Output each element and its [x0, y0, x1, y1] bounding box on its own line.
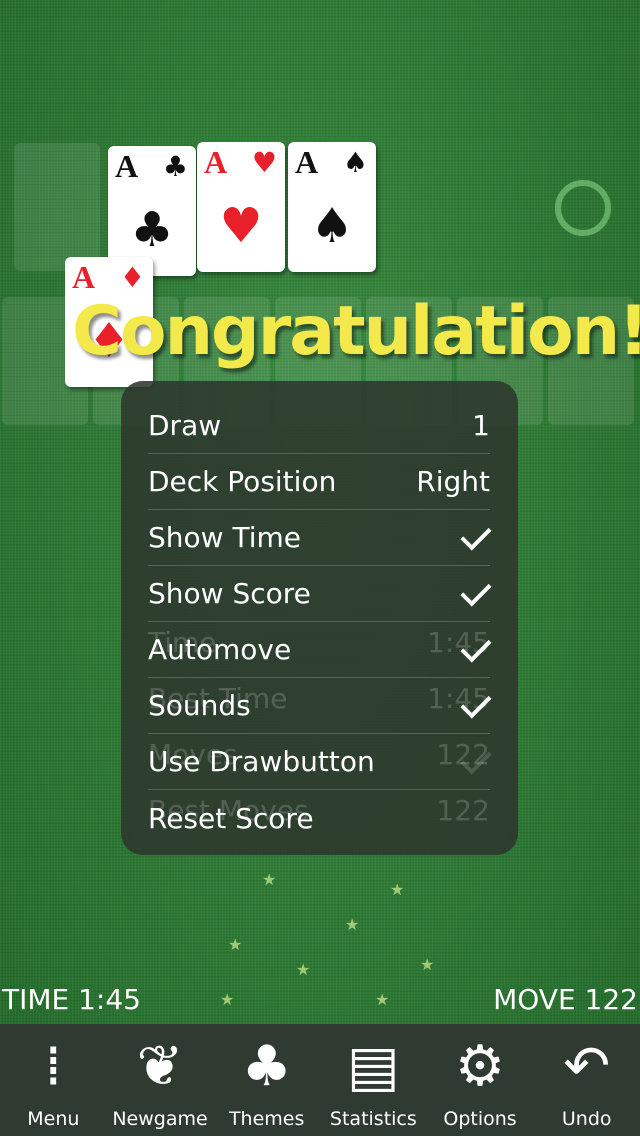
- undo-button[interactable]: ↶ Undo: [533, 1024, 640, 1136]
- option-label: Show Score: [148, 577, 311, 610]
- diamond-icon: ♦: [119, 261, 145, 294]
- star-icon: ★: [345, 915, 360, 934]
- statistics-button[interactable]: ▤ Statistics: [320, 1024, 427, 1136]
- move-display: MOVE 122: [493, 983, 638, 1016]
- button-label: Newgame: [112, 1108, 208, 1130]
- option-show-time[interactable]: Show Time: [148, 510, 490, 566]
- option-value: Right: [416, 465, 490, 498]
- club-icon: ♣: [162, 150, 188, 183]
- option-reset-score[interactable]: Reset Score: [148, 790, 490, 846]
- leaf-icon: ❦: [136, 1034, 184, 1099]
- bottom-toolbar: ⁞ Menu ❦ Newgame ♣ Themes ▤ Statistics ⚙ Opti…: [0, 1024, 640, 1136]
- option-label: Draw: [148, 409, 222, 442]
- card-ace-spades[interactable]: A ♠ ♠: [288, 142, 376, 272]
- checkmark-icon[interactable]: [460, 579, 490, 609]
- option-label: Deck Position: [148, 465, 337, 498]
- themes-button[interactable]: ♣ Themes: [213, 1024, 320, 1136]
- options-button[interactable]: ⚙ Options: [427, 1024, 534, 1136]
- spade-icon: ♠: [310, 198, 354, 254]
- button-label: Options: [443, 1108, 517, 1130]
- foundation-slot[interactable]: [14, 143, 100, 271]
- card-rank: A: [204, 144, 228, 180]
- option-label: Sounds: [148, 689, 251, 722]
- clover-icon: ♣: [241, 1034, 292, 1099]
- stock-reset-circle-icon[interactable]: [555, 180, 611, 236]
- option-label: Use Drawbutton: [148, 745, 375, 778]
- option-show-score[interactable]: Show Score: [148, 566, 490, 622]
- star-icon: ★: [296, 960, 311, 979]
- time-display: TIME 1:45: [2, 983, 141, 1016]
- option-use-drawbutton[interactable]: Use Drawbutton: [148, 734, 490, 790]
- checkmark-icon[interactable]: [460, 523, 490, 553]
- star-icon: ★: [390, 880, 405, 899]
- undo-arrow-icon: ↶: [563, 1034, 611, 1099]
- option-draw[interactable]: Draw 1: [148, 398, 490, 454]
- club-icon: ♣: [130, 202, 174, 258]
- star-icon: ★: [228, 935, 243, 954]
- card-rank: A: [115, 148, 139, 184]
- star-icon: ★: [220, 990, 235, 1009]
- option-deck-position[interactable]: Deck Position Right: [148, 454, 490, 510]
- star-icon: ★: [262, 870, 277, 889]
- checkmark-icon[interactable]: [460, 691, 490, 721]
- button-label: Statistics: [329, 1108, 417, 1130]
- card-rank: A: [295, 144, 319, 180]
- checkmark-icon[interactable]: [460, 747, 490, 777]
- option-automove[interactable]: Automove: [148, 622, 490, 678]
- menu-dots-icon: ⁞: [44, 1034, 63, 1099]
- option-sounds[interactable]: Sounds: [148, 678, 490, 734]
- card-ace-hearts[interactable]: A ♥ ♥: [197, 142, 285, 272]
- option-label: Automove: [148, 633, 292, 666]
- menu-button[interactable]: ⁞ Menu: [0, 1024, 107, 1136]
- heart-icon: ♥: [251, 146, 277, 179]
- heart-icon: ♥: [219, 198, 263, 254]
- option-value: 1: [472, 409, 490, 442]
- card-rank: A: [72, 259, 96, 295]
- option-label: Reset Score: [148, 801, 314, 835]
- star-icon: ★: [420, 955, 435, 974]
- button-label: Themes: [228, 1108, 305, 1130]
- congratulation-banner: Congratulation!: [72, 292, 640, 371]
- button-label: Menu: [27, 1108, 80, 1130]
- button-label: Undo: [561, 1108, 612, 1130]
- checkmark-icon[interactable]: [460, 635, 490, 665]
- document-icon: ▤: [346, 1034, 400, 1099]
- gears-icon: ⚙: [454, 1034, 506, 1099]
- star-icon: ★: [375, 990, 390, 1009]
- option-label: Show Time: [148, 521, 301, 554]
- spade-icon: ♠: [342, 146, 368, 179]
- newgame-button[interactable]: ❦ Newgame: [107, 1024, 214, 1136]
